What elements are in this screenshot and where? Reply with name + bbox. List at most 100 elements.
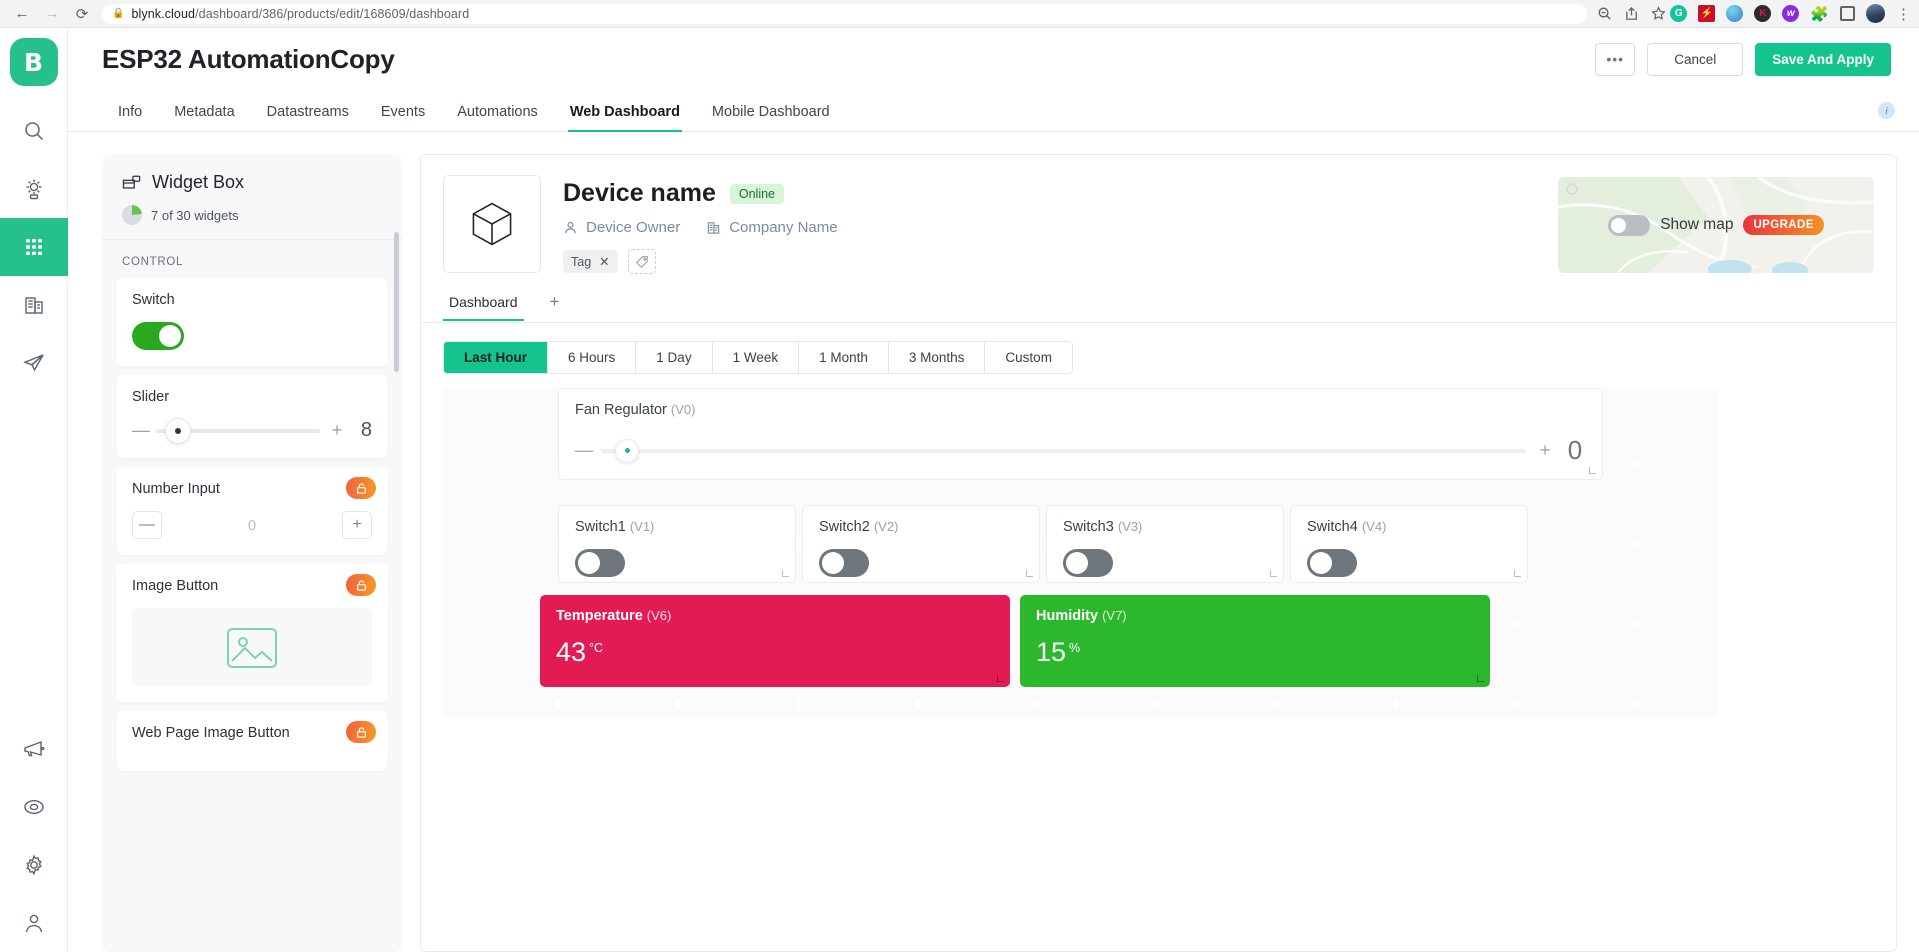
slider-minus-icon[interactable]: — [132,420,146,441]
range-1-month[interactable]: 1 Month [799,342,889,373]
widget-box-title: Widget Box [152,172,244,193]
info-icon[interactable]: i [1878,102,1895,119]
sidebar-item-organizations[interactable] [0,276,68,334]
k-extension-icon[interactable]: K [1754,5,1771,22]
resize-handle[interactable] [997,675,1004,682]
resize-handle[interactable] [1589,467,1596,474]
premium-lock-icon [346,477,376,499]
sidebar-item-support[interactable] [0,778,68,836]
upgrade-button[interactable]: UPGRADE [1743,215,1823,235]
slider-plus-icon[interactable]: + [330,420,344,441]
more-options-button[interactable]: ••• [1595,43,1635,76]
sidebar-item-account[interactable] [0,894,68,952]
puzzle-extensions-icon[interactable]: 🧩 [1810,5,1829,23]
sidebar-item-announcements[interactable] [0,720,68,778]
widget-switch1[interactable]: Switch1 (V1) [558,505,796,583]
tab-web-dashboard[interactable]: Web Dashboard [554,104,696,131]
widget-card-web-page-image-button[interactable]: Web Page Image Button [116,711,388,771]
fan-slider-knob[interactable] [615,439,639,463]
number-decrement-button[interactable]: — [132,511,162,539]
slider-knob[interactable] [165,418,191,444]
switch-toggle-preview[interactable] [132,322,184,350]
range-custom[interactable]: Custom [985,342,1072,373]
grid-icon [22,235,46,259]
resize-handle[interactable] [1270,570,1277,577]
widget-card-switch[interactable]: Switch [116,278,388,366]
chrome-menu-icon[interactable]: ⋮ [1896,5,1911,23]
resize-handle[interactable] [1514,570,1521,577]
profile-avatar[interactable] [1866,4,1885,23]
company-item: Company Name [706,219,837,236]
image-placeholder [132,608,372,686]
sidebar-item-devices[interactable] [0,160,68,218]
bookmark-star-icon[interactable] [1651,6,1666,21]
tag-chip[interactable]: Tag ✕ [563,250,618,273]
close-icon[interactable]: ✕ [599,254,609,269]
switch2-toggle[interactable] [819,549,869,577]
tab-automations[interactable]: Automations [441,104,554,131]
widget-card-number-input[interactable]: Number Input — 0 + [116,467,388,555]
tab-info[interactable]: Info [102,104,158,131]
zoom-out-icon[interactable] [1597,6,1612,21]
widget-box-title-row: Widget Box [122,172,382,193]
slider-preview[interactable]: — + 8 [132,419,372,442]
fan-slider-row[interactable]: — + 0 [575,435,1586,466]
number-increment-button[interactable]: + [342,511,372,539]
show-map-toggle[interactable] [1608,215,1650,236]
fan-slider-track[interactable] [601,449,1526,453]
resize-handle[interactable] [782,570,789,577]
tab-dashboard[interactable]: Dashboard [443,294,524,320]
widget-switch4[interactable]: Switch4 (V4) [1290,505,1528,583]
save-and-apply-button[interactable]: Save And Apply [1755,43,1891,76]
resize-handle[interactable] [1477,675,1484,682]
widget-title: Switch1 (V1) [575,519,779,535]
widget-humidity[interactable]: Humidity (V7) 15 % [1020,595,1490,687]
address-bar[interactable]: 🔒 blynk.cloud/dashboard/386/products/edi… [102,4,1587,24]
range-last-hour[interactable]: Last Hour [444,342,548,373]
globe-extension-icon[interactable] [1726,5,1743,22]
widget-switch2[interactable]: Switch2 (V2) [802,505,1040,583]
sidebar-item-search[interactable] [0,102,68,160]
tab-events[interactable]: Events [365,104,441,131]
number-input-preview[interactable]: — 0 + [132,511,372,539]
device-thumbnail[interactable] [443,175,541,273]
reload-icon[interactable]: ⟳ [68,0,96,28]
widget-card-image-button[interactable]: Image Button [116,564,388,702]
flash-extension-icon[interactable]: ⚡ [1698,5,1715,22]
switch3-toggle[interactable] [1063,549,1113,577]
w-extension-icon[interactable]: w [1782,5,1799,22]
range-6-hours[interactable]: 6 Hours [548,342,636,373]
cancel-button[interactable]: Cancel [1647,43,1743,76]
switch1-toggle[interactable] [575,549,625,577]
back-arrow-icon[interactable]: ← [8,0,36,28]
widget-fan-regulator[interactable]: Fan Regulator (V0) — + 0 [558,388,1603,480]
add-dashboard-tab-button[interactable]: + [550,292,560,322]
forward-arrow-icon[interactable]: → [38,0,66,28]
map-widget[interactable]: Show map UPGRADE [1558,177,1874,273]
sidebar-item-products[interactable] [0,218,68,276]
range-1-week[interactable]: 1 Week [713,342,800,373]
tab-mobile-dashboard[interactable]: Mobile Dashboard [696,104,846,131]
grammarly-extension-icon[interactable]: G [1670,5,1687,22]
tab-datastreams[interactable]: Datastreams [251,104,365,131]
widget-temperature[interactable]: Temperature (V6) 43 °C [540,595,1010,687]
range-3-months[interactable]: 3 Months [889,342,986,373]
fan-plus-icon[interactable]: + [1538,440,1552,461]
range-1-day[interactable]: 1 Day [636,342,712,373]
widget-switch3[interactable]: Switch3 (V3) [1046,505,1284,583]
slider-track[interactable] [156,429,320,433]
add-tag-button[interactable] [628,249,656,274]
fan-minus-icon[interactable]: — [575,440,589,461]
tab-metadata[interactable]: Metadata [158,104,250,131]
widget-card-slider[interactable]: Slider — + 8 [116,375,388,458]
resize-handle[interactable] [1026,570,1033,577]
blynk-logo[interactable]: B [10,38,58,86]
premium-lock-icon [346,721,376,743]
sidepanel-icon[interactable] [1840,6,1855,21]
sidebar-item-developer[interactable] [0,334,68,392]
sidebar-item-settings[interactable] [0,836,68,894]
share-icon[interactable] [1624,6,1639,21]
switch4-toggle[interactable] [1307,549,1357,577]
widget-section-control: CONTROL [102,240,402,278]
widget-box-scrollbar[interactable] [394,232,399,372]
